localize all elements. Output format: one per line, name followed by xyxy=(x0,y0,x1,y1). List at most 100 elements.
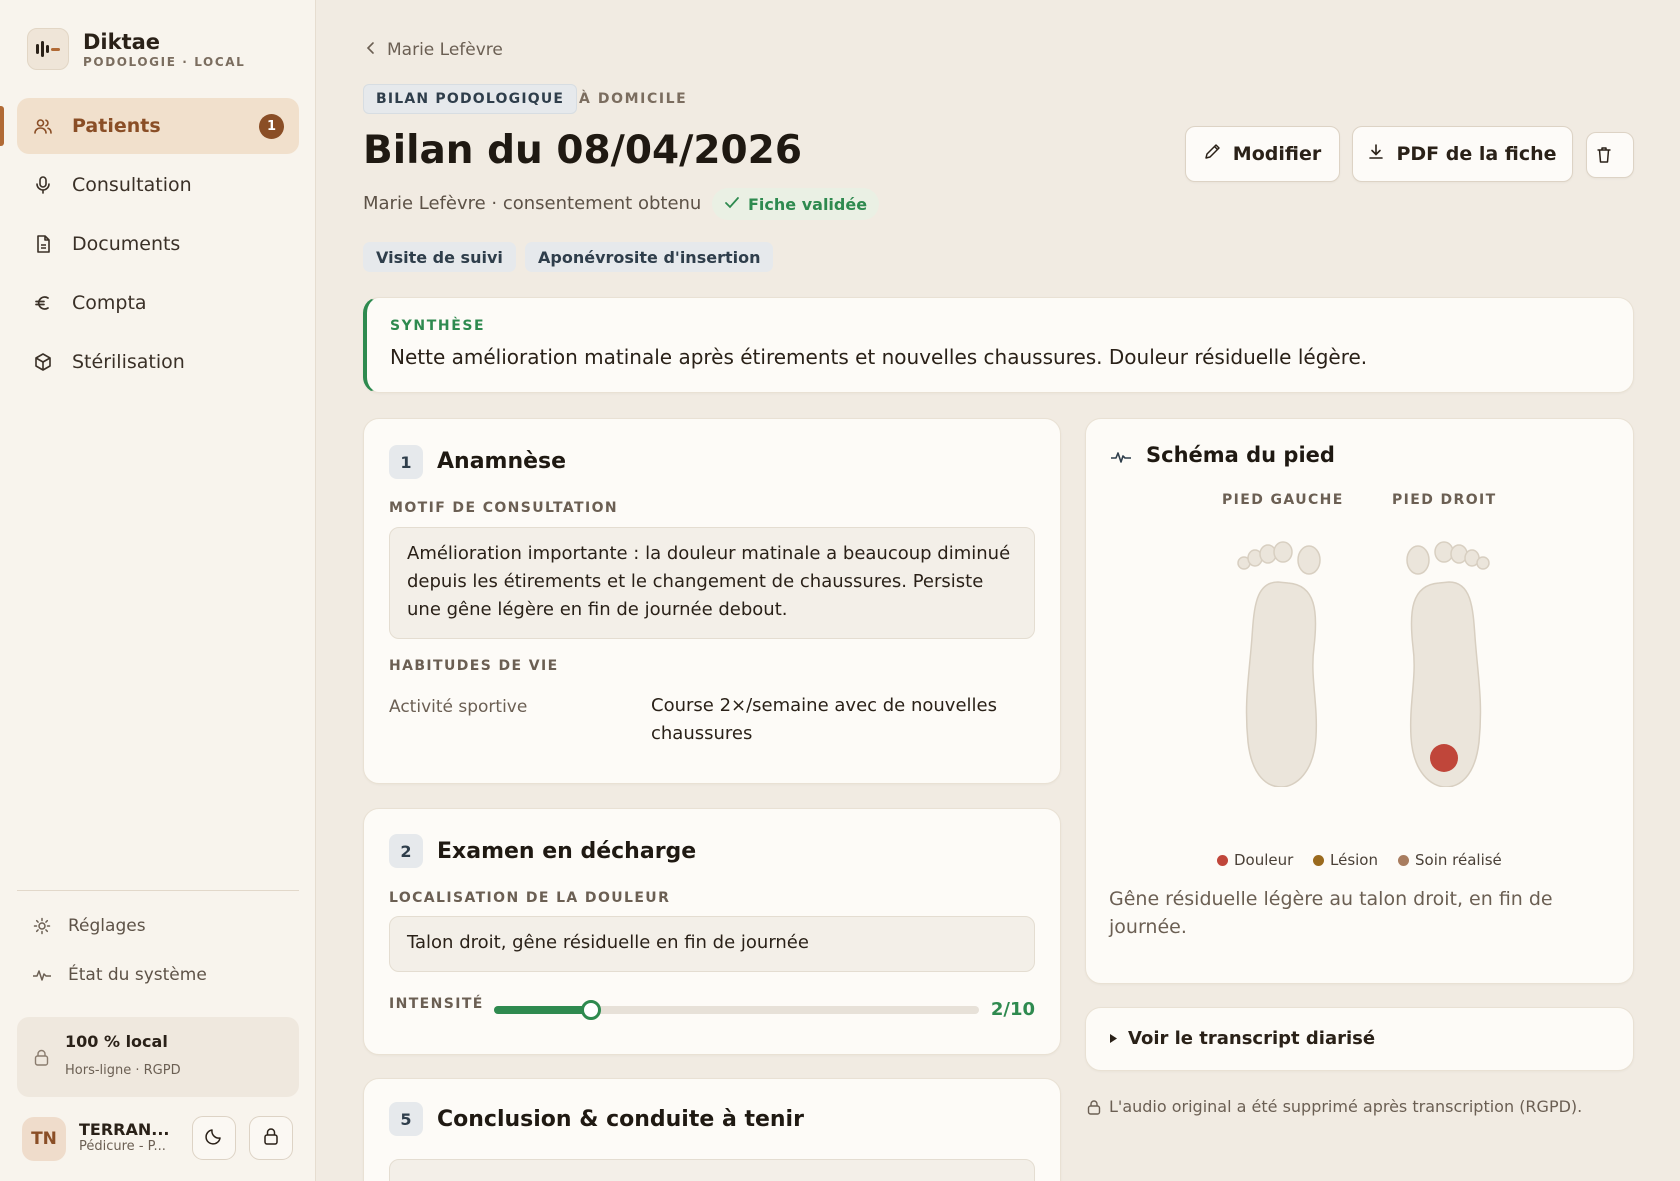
nav-item-label: Consultation xyxy=(72,174,192,196)
download-icon xyxy=(1368,143,1396,165)
local-mode-title: 100 % local xyxy=(65,1032,168,1051)
patients-count-badge: 1 xyxy=(259,114,284,139)
pain-marker[interactable] xyxy=(1430,744,1458,772)
chevron-left-icon xyxy=(366,40,387,60)
pulse-icon xyxy=(1110,448,1132,470)
habit-value: Course 2×/semaine avec de nouvelles chau… xyxy=(651,695,997,744)
right-foot-label: PIED DROIT xyxy=(1392,492,1497,508)
section-title: Anamnèse xyxy=(437,449,567,474)
legend-lesion: Lésion xyxy=(1313,851,1378,869)
lock-session-button[interactable] xyxy=(249,1116,293,1160)
legend-label: Douleur xyxy=(1234,851,1294,869)
tag-diagnosis: Aponévrosite d'insertion xyxy=(525,242,774,272)
habits-label: HABITUDES DE VIE xyxy=(389,658,559,674)
status-label: Fiche validée xyxy=(748,194,868,214)
intensity-value: 2/10 xyxy=(990,999,1035,1020)
record-location: À DOMICILE xyxy=(579,91,688,107)
trash-icon xyxy=(1596,146,1624,164)
pulse-icon xyxy=(32,965,52,985)
legend-label: Lésion xyxy=(1330,851,1378,869)
caret-right-icon xyxy=(1109,1033,1118,1044)
nav-item-label: Documents xyxy=(72,233,181,255)
legend-care: Soin réalisé xyxy=(1398,851,1502,869)
transcript-toggle-label: Voir le transcript diarisé xyxy=(1128,1028,1376,1049)
tag-visit-type: Visite de suivi xyxy=(363,242,516,272)
foot-schema-title: Schéma du pied xyxy=(1146,443,1335,467)
back-link-label: Marie Lefèvre xyxy=(387,40,503,60)
nav-item-label: Patients xyxy=(72,115,161,137)
synthesis-label: SYNTHÈSE xyxy=(390,318,486,334)
anamnese-section: 1 Anamnèse MOTIF DE CONSULTATION Amélior… xyxy=(363,418,1061,784)
legend-dot xyxy=(1398,854,1409,866)
intensity-label: INTENSITÉ xyxy=(389,996,484,1012)
local-mode-subtitle: Hors-ligne · RGPD xyxy=(65,1063,181,1078)
synthesis-card: SYNTHÈSE Nette amélioration matinale apr… xyxy=(363,297,1634,393)
user-name: TERRAN... xyxy=(79,1120,170,1139)
intensity-slider[interactable] xyxy=(494,1000,979,1020)
left-foot-diagram[interactable] xyxy=(1226,527,1336,787)
user-role: Pédicure - P... xyxy=(79,1139,166,1154)
audio-note-text: L'audio original a été supprimé après tr… xyxy=(1109,1097,1583,1116)
legend-dot xyxy=(1313,854,1324,866)
page-title: Bilan du 08/04/2026 xyxy=(363,128,802,173)
nav-item-compta[interactable]: Compta xyxy=(17,275,299,331)
right-foot-diagram[interactable] xyxy=(1391,527,1501,787)
moon-icon xyxy=(205,1127,223,1149)
section-number: 5 xyxy=(389,1102,423,1136)
lock-icon xyxy=(1087,1099,1109,1115)
brand-logo-icon xyxy=(27,28,69,70)
system-status-label: État du système xyxy=(68,965,207,985)
microphone-icon xyxy=(32,174,54,196)
section-title: Examen en décharge xyxy=(437,839,697,864)
back-link[interactable]: Marie Lefèvre xyxy=(366,40,503,60)
pain-location-field[interactable]: Talon droit, gêne résiduelle en fin de j… xyxy=(389,916,1035,972)
active-indicator xyxy=(0,106,4,146)
habit-key: Activité sportive xyxy=(389,697,528,717)
nav-item-patients[interactable]: Patients 1 xyxy=(0,98,299,154)
intensity-slider-fill xyxy=(494,1006,591,1014)
nav-item-label: Compta xyxy=(72,292,147,314)
section-number: 2 xyxy=(389,834,423,868)
pdf-export-button[interactable]: PDF de la fiche xyxy=(1352,126,1573,182)
sidebar-divider xyxy=(17,890,299,891)
intensity-slider-thumb[interactable] xyxy=(581,1000,601,1020)
nav-item-sterilisation[interactable]: Stérilisation xyxy=(17,334,299,390)
edit-button[interactable]: Modifier xyxy=(1185,126,1340,182)
synthesis-text: Nette amélioration matinale après étirem… xyxy=(390,345,1368,369)
brand[interactable]: Diktae PODOLOGIE · LOCAL xyxy=(27,28,245,70)
document-icon xyxy=(32,233,54,255)
pain-location-label: LOCALISATION DE LA DOULEUR xyxy=(389,890,671,906)
left-foot-label: PIED GAUCHE xyxy=(1222,492,1344,508)
nav-item-label: Stérilisation xyxy=(72,351,185,373)
examen-section: 2 Examen en décharge LOCALISATION DE LA … xyxy=(363,808,1061,1055)
local-mode-card: 100 % local Hors-ligne · RGPD xyxy=(17,1017,299,1097)
section-number: 1 xyxy=(389,445,423,479)
system-status-link[interactable]: État du système xyxy=(32,965,207,985)
conclusion-section: 5 Conclusion & conduite à tenir xyxy=(363,1078,1061,1181)
brand-name: Diktae xyxy=(83,29,161,54)
transcript-toggle[interactable]: Voir le transcript diarisé xyxy=(1085,1007,1634,1071)
motif-field[interactable]: Amélioration importante : la douleur mat… xyxy=(389,527,1035,639)
brand-subtitle: PODOLOGIE · LOCAL xyxy=(83,54,246,69)
legend-dot xyxy=(1217,854,1228,866)
nav-item-consultation[interactable]: Consultation xyxy=(17,157,299,213)
legend-pain: Douleur xyxy=(1217,851,1293,869)
avatar[interactable]: TN xyxy=(22,1117,66,1161)
audio-deleted-note: L'audio original a été supprimé après tr… xyxy=(1087,1097,1582,1116)
pdf-button-label: PDF de la fiche xyxy=(1396,143,1557,165)
sidebar: Diktae PODOLOGIE · LOCAL Patients 1 Cons… xyxy=(0,0,316,1181)
conclusion-field[interactable] xyxy=(389,1159,1035,1181)
dark-mode-toggle[interactable] xyxy=(192,1116,236,1160)
main-nav: Patients 1 Consultation Documents Compta… xyxy=(0,98,299,393)
foot-schema-note: Gêne résiduelle légère au talon droit, e… xyxy=(1109,888,1553,938)
delete-button[interactable] xyxy=(1586,132,1634,178)
settings-link[interactable]: Réglages xyxy=(32,916,146,936)
main-content: Marie Lefèvre BILAN PODOLOGIQUE À DOMICI… xyxy=(316,0,1680,1181)
euro-icon xyxy=(32,292,54,314)
status-badge: Fiche validée xyxy=(712,188,880,220)
user-profile: TN TERRAN... Pédicure - P... xyxy=(22,1116,302,1166)
box-icon xyxy=(32,351,54,373)
section-title: Conclusion & conduite à tenir xyxy=(437,1107,804,1132)
nav-item-documents[interactable]: Documents xyxy=(17,216,299,272)
record-type-pill: BILAN PODOLOGIQUE xyxy=(363,84,578,114)
